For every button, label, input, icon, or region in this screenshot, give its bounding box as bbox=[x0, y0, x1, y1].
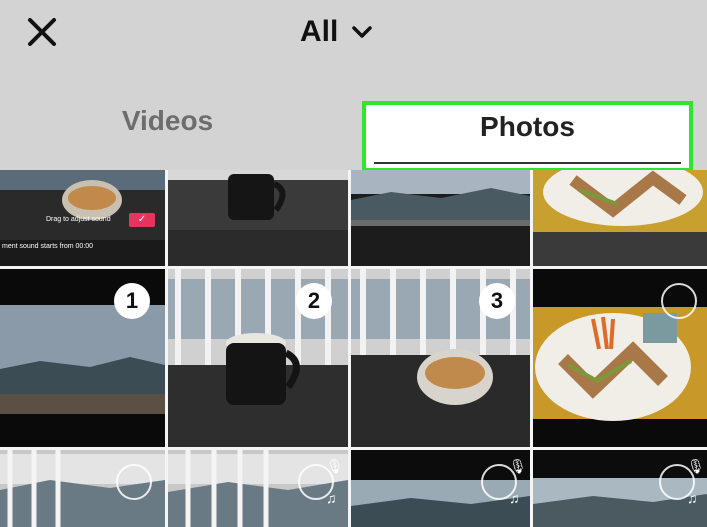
selection-ring[interactable] bbox=[116, 464, 152, 500]
sound-start-text: ment sound starts from 00:00 bbox=[2, 243, 94, 250]
close-button[interactable] bbox=[22, 12, 62, 52]
selection-badge[interactable]: 2 bbox=[296, 283, 332, 319]
selection-ring[interactable] bbox=[661, 283, 697, 319]
photo-thumbnail[interactable]: 🎙 ♫ bbox=[168, 450, 348, 527]
photo-thumbnail[interactable] bbox=[533, 170, 707, 266]
selection-badge[interactable]: 3 bbox=[479, 283, 515, 319]
photo-thumbnail[interactable]: 🎙 ♫ bbox=[533, 450, 707, 527]
sandwich-photo bbox=[533, 170, 707, 266]
photo-thumbnail[interactable]: 1 bbox=[0, 269, 165, 447]
tab-videos[interactable]: Videos bbox=[0, 72, 335, 170]
close-icon bbox=[28, 18, 56, 46]
microphone-icon: 🎙 bbox=[509, 458, 527, 474]
photo-thumbnail[interactable]: Drag to adjust sound ✓ ment sound starts… bbox=[0, 170, 165, 266]
tab-videos-label: Videos bbox=[121, 105, 214, 136]
confirm-check-button[interactable]: ✓ bbox=[129, 213, 155, 227]
photo-thumbnail[interactable] bbox=[0, 450, 165, 527]
album-selector[interactable]: All bbox=[300, 10, 374, 54]
chevron-down-icon bbox=[352, 26, 373, 38]
landscape-photo bbox=[351, 170, 530, 266]
music-icon: ♫ bbox=[687, 490, 698, 506]
tab-photos-label: Photos bbox=[480, 111, 575, 142]
selection-badge[interactable]: 1 bbox=[114, 283, 150, 319]
album-label: All bbox=[300, 15, 339, 48]
photo-thumbnail[interactable]: 🎙 ♫ bbox=[351, 450, 530, 527]
microphone-icon: 🎙 bbox=[326, 458, 344, 474]
photo-thumbnail[interactable] bbox=[351, 170, 530, 266]
drag-hint-text: Drag to adjust sound bbox=[46, 216, 111, 223]
photo-grid: Drag to adjust sound ✓ ment sound starts… bbox=[0, 170, 707, 527]
media-tabs: Videos Photos bbox=[0, 72, 707, 172]
music-icon: ♫ bbox=[326, 490, 337, 506]
mug-photo bbox=[168, 170, 348, 266]
microphone-icon: 🎙 bbox=[687, 458, 705, 474]
photo-thumbnail[interactable]: 3 bbox=[351, 269, 530, 447]
photo-thumbnail[interactable] bbox=[168, 170, 348, 266]
music-icon: ♫ bbox=[509, 490, 520, 506]
photo-thumbnail[interactable]: 2 bbox=[168, 269, 348, 447]
photo-thumbnail[interactable] bbox=[533, 269, 707, 447]
top-bar: All bbox=[0, 0, 707, 72]
tab-photos[interactable]: Photos bbox=[362, 101, 693, 172]
active-tab-indicator bbox=[374, 162, 681, 164]
